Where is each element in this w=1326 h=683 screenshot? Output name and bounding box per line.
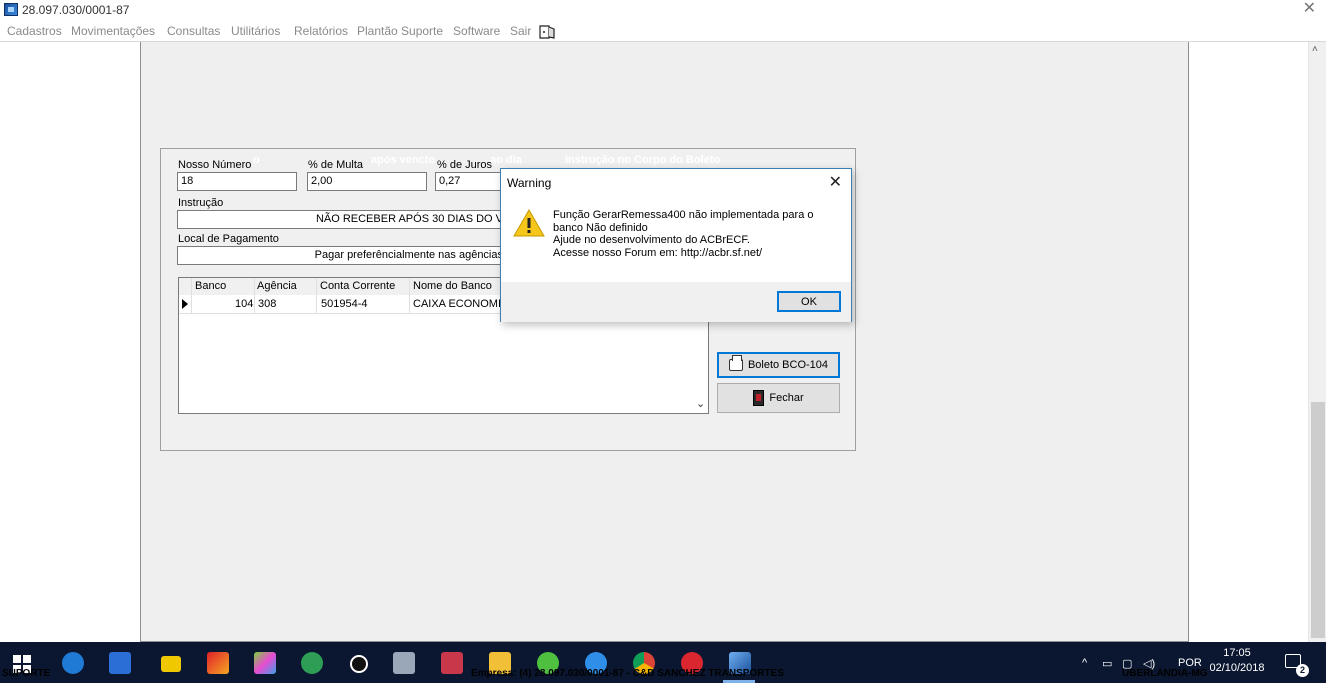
- status-cidade: UBERLANDIA-MG: [1122, 668, 1208, 679]
- colorful-app-icon[interactable]: [254, 652, 276, 674]
- warning-dialog: Warning ✕ Função GerarRemessa400 não imp…: [500, 168, 852, 322]
- status-user: SUPORTE: [2, 668, 51, 679]
- nosso-numero-field[interactable]: 18: [177, 172, 297, 191]
- person-search-icon[interactable]: [301, 652, 323, 674]
- scroll-thumb[interactable]: [1311, 402, 1325, 638]
- multa-field[interactable]: 2,00: [307, 172, 427, 191]
- notification-count: 2: [1296, 664, 1309, 677]
- menu-plantao-suporte[interactable]: Plantão Suporte: [357, 24, 443, 38]
- juros-field[interactable]: 0,27: [435, 172, 505, 191]
- chevron-down-icon[interactable]: ⌄: [696, 397, 705, 410]
- warning-icon: [513, 209, 545, 237]
- menu-software[interactable]: Software: [453, 24, 500, 38]
- grid-cell-agencia[interactable]: 308: [258, 298, 276, 310]
- ghost-label: o: [253, 154, 260, 166]
- dialog-title: Warning: [507, 176, 552, 190]
- tray-battery-icon[interactable]: ▭: [1102, 657, 1112, 670]
- door-icon: [753, 390, 765, 406]
- ghost-label: após vencto: [371, 154, 436, 166]
- instrucao-label: Instrução: [178, 197, 224, 209]
- nosso-numero-label: Nosso Número: [178, 159, 252, 171]
- row-indicator-icon: [182, 299, 188, 309]
- menu-movimentacoes[interactable]: Movimentações: [71, 24, 155, 38]
- fechar-button[interactable]: Fechar: [717, 383, 840, 413]
- menu-consultas[interactable]: Consultas: [167, 24, 220, 38]
- menu-sair[interactable]: Sair: [510, 24, 531, 38]
- edge-icon[interactable]: [62, 652, 84, 674]
- dialog-line: Acesse nosso Forum em: http://acbr.sf.ne…: [553, 246, 763, 259]
- window-close-icon[interactable]: ✕: [1303, 1, 1316, 17]
- window-title: 28.097.030/0001-87: [22, 3, 130, 17]
- printer-icon: [728, 355, 743, 371]
- menu-relatorios[interactable]: Relatórios: [294, 24, 348, 38]
- tray-network-icon[interactable]: ▢: [1122, 657, 1132, 670]
- status-empresa: Empresa: (4) 28.097.030/0001-87 - C&D SA…: [471, 668, 784, 679]
- local-pagamento-label: Local de Pagamento: [178, 233, 279, 245]
- dialog-line: banco Não definido: [553, 221, 648, 234]
- tray-volume-icon[interactable]: ◁): [1143, 657, 1155, 670]
- window-title-bar: 28.097.030/0001-87 ✕: [0, 0, 1326, 20]
- ok-button[interactable]: OK: [777, 291, 841, 312]
- shield-icon[interactable]: [109, 652, 131, 674]
- tray-chevron-icon[interactable]: ^: [1082, 657, 1087, 669]
- scroll-up-icon[interactable]: ˄: [1312, 44, 1318, 55]
- dialog-message: Função GerarRemessa400 não implementada …: [553, 209, 813, 259]
- dialog-line: Função GerarRemessa400 não implementada …: [553, 209, 814, 221]
- grid-col-conta[interactable]: Conta Corrente: [320, 280, 395, 292]
- grid-cell-banco[interactable]: 104: [235, 298, 253, 310]
- menu-utilitarios[interactable]: Utilitários: [231, 24, 280, 38]
- grid-col-banco[interactable]: Banco: [195, 280, 226, 292]
- grid-cell-conta[interactable]: 501954-4: [321, 298, 368, 310]
- pdv-icon[interactable]: [161, 656, 181, 672]
- ghost-label: Instrução no Corpo do Boleto: [565, 154, 721, 166]
- multa-label: % de Multa: [308, 159, 364, 171]
- tray-language[interactable]: POR: [1178, 657, 1202, 669]
- chrome-like-icon[interactable]: [207, 652, 229, 674]
- dialog-line: Ajude no desenvolvimento do ACBrECF.: [553, 234, 750, 246]
- tools-icon[interactable]: [393, 652, 415, 674]
- vertical-scrollbar[interactable]: ˄: [1308, 42, 1326, 642]
- record-icon[interactable]: [350, 655, 368, 673]
- menu-cadastros[interactable]: Cadastros: [7, 24, 62, 38]
- clock-time: 17:05: [1223, 647, 1251, 659]
- boleto-button[interactable]: Boleto BCO-104: [717, 352, 840, 378]
- clock-date: 02/10/2018: [1209, 662, 1265, 674]
- app-icon: [4, 3, 18, 16]
- fechar-button-label: Fechar: [769, 392, 804, 404]
- exit-door-icon[interactable]: [537, 24, 557, 40]
- juros-label: % de Juros: [437, 159, 493, 171]
- grid-cell-nome[interactable]: CAIXA ECONOMIC: [413, 298, 509, 310]
- dialog-close-icon[interactable]: ✕: [829, 172, 842, 192]
- ghost-label: ao dia: [490, 154, 522, 166]
- tray-clock[interactable]: 17:05 02/10/2018: [1209, 646, 1265, 676]
- dvd-icon[interactable]: [441, 652, 463, 674]
- boleto-button-label: Boleto BCO-104: [747, 359, 829, 371]
- grid-col-nome[interactable]: Nome do Banco: [413, 280, 492, 292]
- grid-col-agencia[interactable]: Agência: [257, 280, 297, 292]
- local-pagamento-field[interactable]: Pagar preferêncialmente nas agências: [177, 246, 506, 265]
- menu-bar: Cadastros Movimentações Consultas Utilit…: [0, 20, 1326, 42]
- instrucao-field[interactable]: NÃO RECEBER APÓS 30 DIAS DO V: [177, 210, 506, 229]
